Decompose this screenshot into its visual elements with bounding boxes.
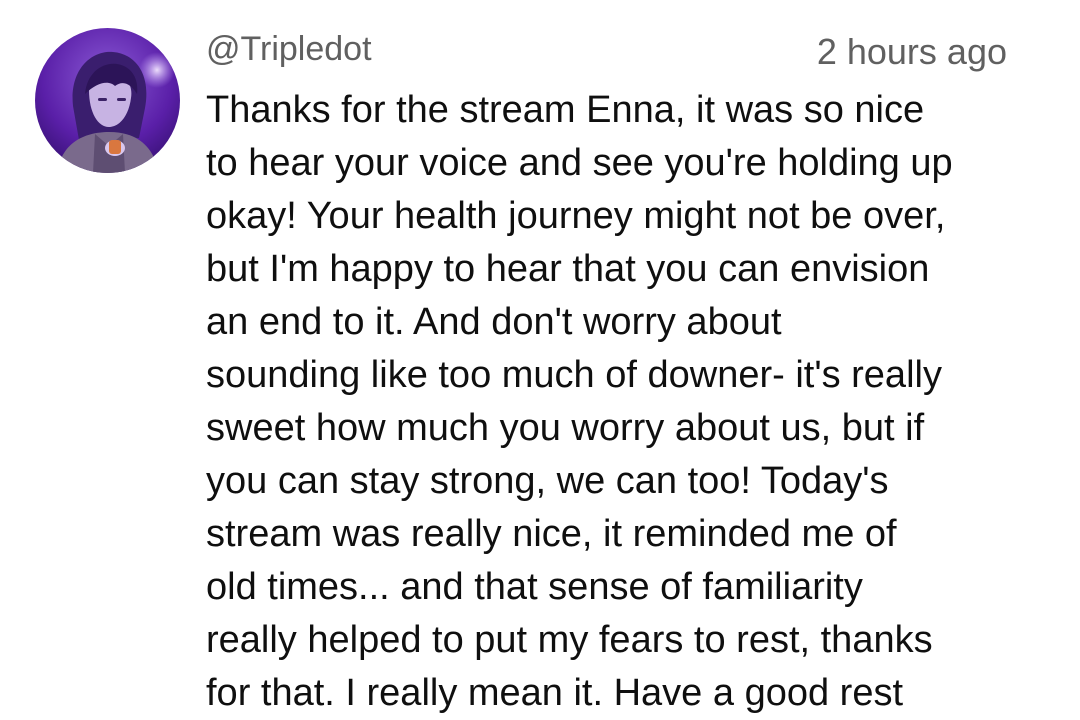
comment-body-line: an end to it. And don't worry about [206,301,782,343]
comment-timestamp[interactable]: 2 hours ago [817,30,1007,74]
comment-body-line: okay! Your health journey might not be o… [206,195,946,237]
comment-body-line: but I'm happy to hear that you can envis… [206,248,930,290]
comment-body-line: sweet how much you worry about us, but i… [206,407,925,449]
comment-body-line: sounding like too much of downer- it's r… [206,354,942,396]
comment-body-line: for that. I really mean it. Have a good … [206,672,904,714]
comment-body-line: stream was really nice, it reminded me o… [206,513,897,555]
comment-body: Thanks for the stream Enna, it was so ni… [206,84,1036,720]
comment-body-line: you can stay strong, we can too! Today's [206,460,889,502]
comment-body-line: really helped to put my fears to rest, t… [206,619,933,661]
author-handle[interactable]: @Tripledot [206,27,372,71]
comment-body-line: old times... and that sense of familiari… [206,566,863,608]
comment: @Tripledot 2 hours ago Thanks for the st… [0,0,1080,714]
comment-body-line: Thanks for the stream Enna, it was so ni… [206,89,925,131]
comment-body-line: to hear your voice and see you're holdin… [206,142,953,184]
avatar[interactable] [35,28,180,173]
user-avatar-icon [35,28,180,173]
